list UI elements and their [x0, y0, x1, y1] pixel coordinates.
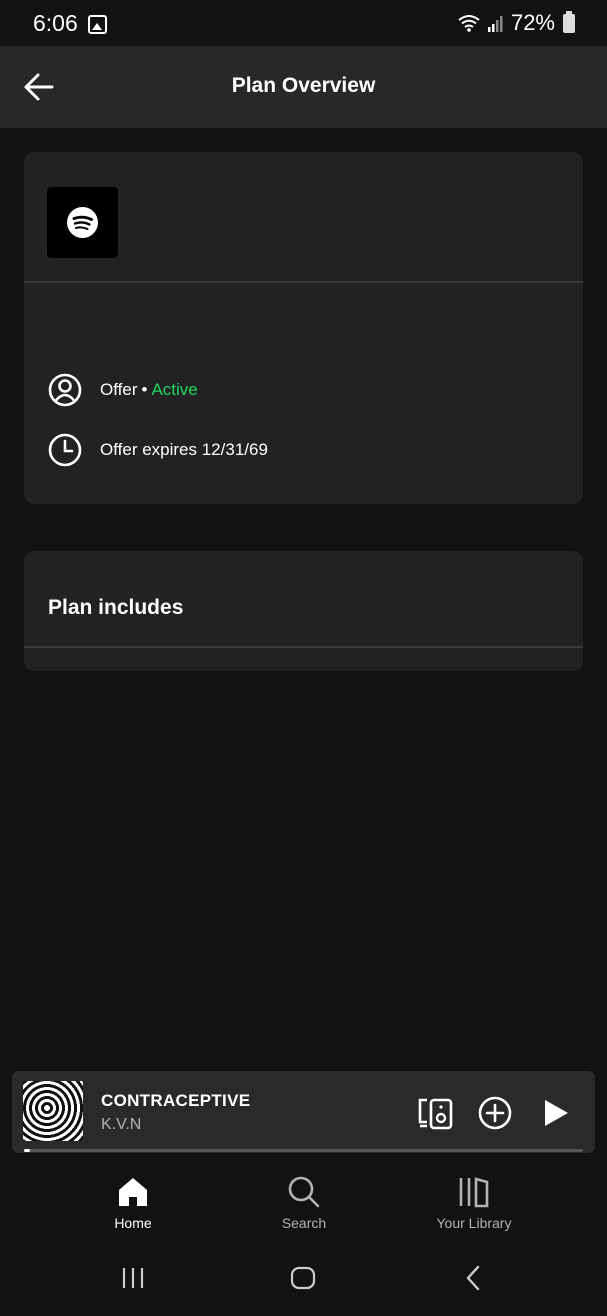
playback-progress-fill: [24, 1149, 30, 1152]
track-artist: K.V.N: [101, 1116, 142, 1133]
home-system-icon[interactable]: [290, 1265, 316, 1291]
status-separator: •: [141, 380, 148, 399]
home-icon: [119, 1178, 147, 1206]
gallery-notification-icon: [88, 15, 107, 34]
plan-includes-card: Plan includes: [24, 551, 583, 671]
nav-library[interactable]: Your Library: [404, 1175, 544, 1231]
plan-includes-heading: Plan includes: [48, 596, 184, 619]
status-time: 6:06: [33, 10, 78, 36]
signal-icon: [487, 16, 503, 32]
offer-expiry-row: Offer expires 12/31/69: [48, 433, 268, 467]
offer-expiry: Offer expires 12/31/69: [100, 440, 268, 459]
system-navigation-bar: [0, 1243, 607, 1316]
nav-home[interactable]: Home: [63, 1175, 203, 1231]
card-divider: [24, 281, 583, 283]
library-icon: [459, 1177, 489, 1208]
offer-status: Offer • Active: [100, 380, 198, 400]
page-title: Plan Overview: [231, 74, 376, 97]
nav-home-label: Home: [114, 1215, 152, 1231]
search-icon: [288, 1176, 320, 1208]
plan-card: Offer • Active Offer expires 12/31/69: [24, 152, 583, 504]
play-icon[interactable]: [536, 1094, 574, 1132]
nav-library-label: Your Library: [436, 1215, 512, 1231]
album-art[interactable]: [23, 1081, 83, 1141]
battery-icon: [563, 10, 575, 33]
playback-progress[interactable]: [24, 1149, 583, 1152]
nav-search-label: Search: [281, 1215, 327, 1231]
account-icon: [48, 373, 82, 407]
card-divider: [24, 646, 583, 648]
add-to-library-icon[interactable]: [476, 1094, 514, 1132]
wifi-icon: [458, 15, 480, 32]
spotify-logo-icon: [67, 207, 98, 238]
nav-search[interactable]: Search: [234, 1175, 374, 1231]
connect-device-icon[interactable]: [416, 1094, 454, 1132]
recent-apps-icon[interactable]: [120, 1265, 146, 1291]
back-system-icon[interactable]: [461, 1265, 487, 1291]
offer-label: Offer: [100, 380, 138, 399]
battery-percent: 72%: [510, 10, 555, 35]
status-bar: 6:06 72%: [0, 0, 607, 46]
track-title: CONTRACEPTIVE: [101, 1091, 251, 1110]
clock-icon: [48, 433, 82, 467]
plan-logo: [47, 187, 118, 258]
bottom-navigation: Home Search Your Library: [0, 1155, 607, 1243]
status-indicators: 72%: [457, 10, 575, 36]
now-playing-bar[interactable]: CONTRACEPTIVE K.V.N: [12, 1071, 595, 1153]
offer-status-row: Offer • Active: [48, 373, 198, 407]
top-app-bar: Plan Overview: [0, 46, 607, 128]
offer-active-status: Active: [151, 380, 198, 399]
